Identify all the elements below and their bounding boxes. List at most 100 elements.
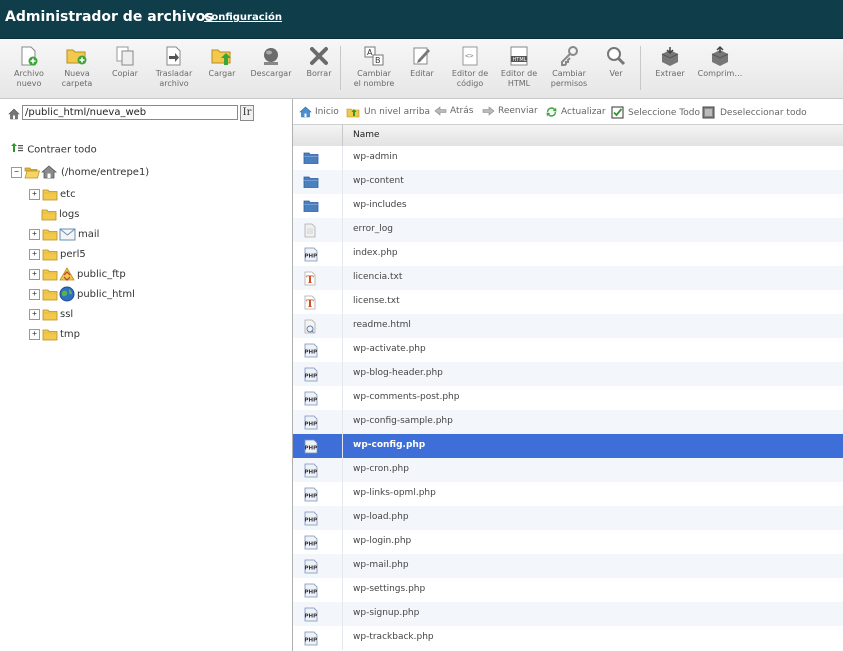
back-button[interactable]: Atrás [434, 106, 473, 116]
tree-item-mail[interactable]: + mail [29, 225, 99, 243]
toolbar-button-download[interactable]: Descargar [246, 39, 296, 98]
expand-toggle[interactable]: + [29, 288, 40, 300]
file-name: wp-mail.php [353, 560, 409, 570]
up-one-level-button[interactable]: Un nivel arriba [346, 106, 430, 118]
toolbar-button-compress[interactable]: Comprim… [694, 39, 746, 98]
file-name: wp-login.php [353, 536, 412, 546]
expand-toggle[interactable]: + [29, 268, 40, 280]
file-row[interactable]: PHP wp-cron.php [293, 458, 843, 482]
file-row[interactable]: PHP wp-activate.php [293, 338, 843, 362]
file-row[interactable]: PHP wp-trackback.php [293, 626, 843, 650]
checkbox-unchecked-icon [702, 106, 715, 119]
toolbar-button-label: nuevo [16, 79, 42, 88]
file-row[interactable]: PHP wp-mail.php [293, 554, 843, 578]
mail-icon [59, 228, 76, 241]
file-name: wp-config.php [353, 440, 426, 450]
deselect-all-label: Deseleccionar todo [720, 107, 807, 118]
file-row[interactable]: error_log [293, 218, 843, 242]
toolbar-button-label: Comprim… [697, 69, 743, 78]
go-button[interactable]: Ir [240, 105, 254, 121]
file-name: wp-cron.php [353, 464, 409, 474]
column-divider [342, 362, 343, 386]
column-divider [342, 386, 343, 410]
home-icon[interactable] [8, 105, 20, 124]
file-row[interactable]: PHP wp-settings.php [293, 578, 843, 602]
file-row[interactable]: PHP wp-links-opml.php [293, 482, 843, 506]
collapse-all-link[interactable]: Contraer todo [10, 143, 97, 156]
column-divider [342, 602, 343, 626]
row-php-icon: PHP [303, 631, 319, 646]
file-row[interactable]: wp-includes [293, 194, 843, 218]
svg-text:PHP: PHP [305, 422, 318, 428]
file-name: error_log [353, 224, 394, 234]
file-row[interactable]: PHP wp-load.php [293, 506, 843, 530]
toolbar-button-label: Cambiar [552, 69, 586, 78]
tree-root[interactable]: − (/home/entrepe1) [11, 163, 149, 181]
svg-text:PHP: PHP [305, 254, 318, 260]
tree-item-logs[interactable]: logs [29, 205, 79, 223]
ftp-icon [59, 267, 75, 281]
expand-toggle[interactable]: + [29, 228, 40, 240]
toolbar-button-copy[interactable]: Copiar [106, 39, 144, 98]
collapse-toggle[interactable]: − [11, 166, 22, 178]
toolbar-button-permissions[interactable]: Cambiar permisos [544, 39, 594, 98]
toolbar-button-extract[interactable]: Extraer [648, 39, 692, 98]
file-name: wp-activate.php [353, 344, 426, 354]
file-row[interactable]: PHP wp-comments-post.php [293, 386, 843, 410]
toolbar-button-html-editor[interactable]: HTML Editor de HTML [496, 39, 542, 98]
toolbar-button-move-file[interactable]: Trasladar archivo [150, 39, 198, 98]
tree-item-public-ftp[interactable]: + public_ftp [29, 265, 126, 283]
column-divider [342, 506, 343, 530]
path-input[interactable] [22, 105, 238, 120]
file-row[interactable]: PHP wp-config-sample.php [293, 410, 843, 434]
expand-toggle[interactable]: + [29, 328, 40, 340]
directory-tree-pane: Ir Contraer todo − (/home/entrepe1) + etc lo… [0, 99, 292, 651]
file-row[interactable]: PHP wp-blog-header.php [293, 362, 843, 386]
tree-item-etc[interactable]: + etc [29, 185, 76, 203]
file-name: wp-config-sample.php [353, 416, 453, 426]
file-row[interactable]: readme.html [293, 314, 843, 338]
svg-text:A: A [367, 48, 373, 57]
house-icon [40, 165, 58, 179]
file-row[interactable]: PHP wp-signup.php [293, 602, 843, 626]
file-row[interactable]: PHP index.php [293, 242, 843, 266]
toolbar-button-new-folder[interactable]: Nueva carpeta [54, 39, 100, 98]
column-header-name[interactable]: Name [353, 130, 380, 140]
refresh-button[interactable]: Actualizar [545, 106, 606, 118]
toolbar-button-view[interactable]: Ver [600, 39, 632, 98]
deselect-all-button[interactable]: Deseleccionar todo [702, 106, 807, 119]
tree-item-tmp[interactable]: + tmp [29, 325, 80, 343]
column-divider [342, 218, 343, 242]
expand-toggle[interactable]: + [29, 188, 40, 200]
tree-item-ssl[interactable]: + ssl [29, 305, 73, 323]
file-row[interactable]: wp-admin [293, 146, 843, 170]
home-nav-button[interactable]: Inicio [299, 106, 339, 118]
toolbar-button-rename[interactable]: A B Cambiar el nombre [348, 39, 400, 98]
forward-button[interactable]: Reenviar [482, 106, 538, 116]
toolbar-button-delete[interactable]: Borrar [300, 39, 338, 98]
folder-icon [42, 328, 58, 341]
tree-item-public-html[interactable]: + public_html [29, 285, 135, 303]
toolbar-button-label: Editor de [451, 69, 489, 78]
column-divider [342, 266, 343, 290]
column-divider [342, 410, 343, 434]
file-row[interactable]: PHP wp-config.php [293, 434, 843, 458]
file-row[interactable]: wp-content [293, 170, 843, 194]
file-row[interactable]: Tlicencia.txt [293, 266, 843, 290]
toolbar-button-edit[interactable]: Editar [404, 39, 440, 98]
toolbar-button-label: Ver [609, 69, 623, 78]
configuration-link[interactable]: Configuración [204, 12, 282, 23]
toolbar-button-code-editor[interactable]: <> Editor de código [446, 39, 494, 98]
select-all-button[interactable]: Seleccione Todo [611, 106, 700, 119]
checkbox-checked-icon [611, 106, 624, 119]
expand-toggle[interactable]: + [29, 308, 40, 320]
toolbar-button-new-file[interactable]: Archivo nuevo [8, 39, 50, 98]
file-row[interactable]: Tlicense.txt [293, 290, 843, 314]
folder-icon [42, 308, 58, 321]
tree-item-perl5[interactable]: + perl5 [29, 245, 86, 263]
file-row[interactable]: PHP wp-login.php [293, 530, 843, 554]
upload-icon [210, 45, 234, 67]
row-php-icon: PHP [303, 583, 319, 598]
toolbar-button-upload[interactable]: Cargar [200, 39, 244, 98]
expand-toggle[interactable]: + [29, 248, 40, 260]
